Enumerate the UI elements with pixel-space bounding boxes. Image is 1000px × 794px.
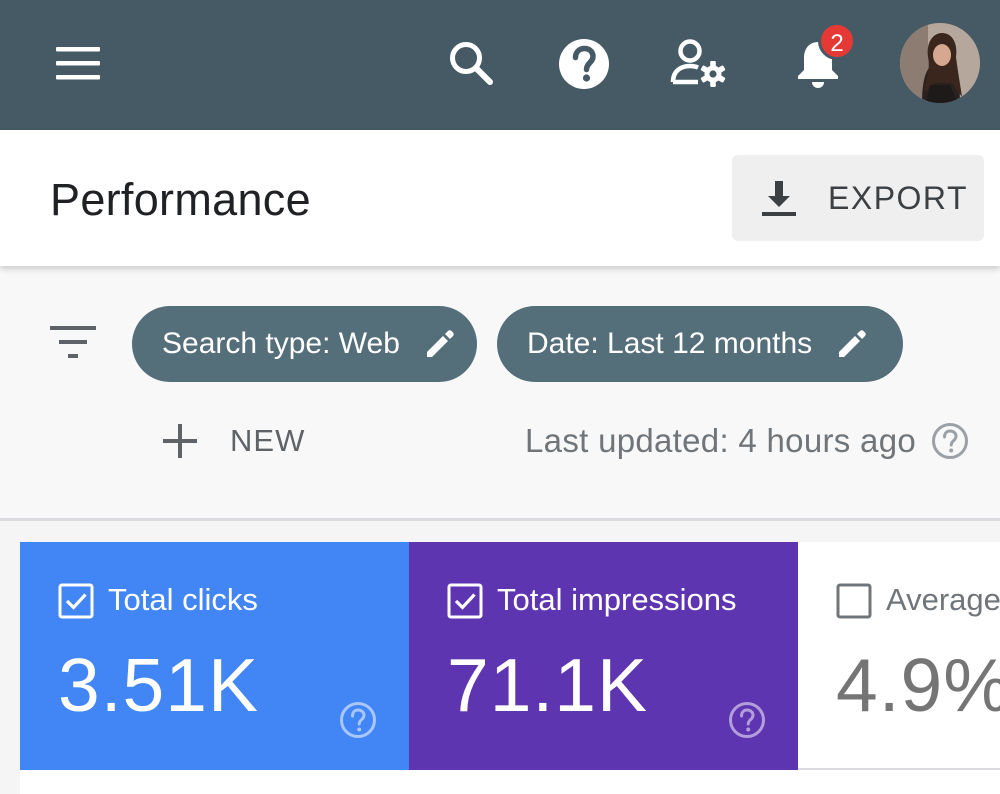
menu-icon[interactable] xyxy=(50,38,106,88)
help-icon[interactable] xyxy=(556,36,612,92)
page-header: Performance EXPORT xyxy=(0,130,1000,266)
search-type-chip[interactable]: Search type: Web xyxy=(132,306,477,382)
help-outline-icon[interactable] xyxy=(727,700,767,740)
metric-value: 71.1K xyxy=(447,643,648,727)
download-icon xyxy=(762,181,796,216)
metric-cards: Total clicks 3.51K Total impressions 71.… xyxy=(20,542,1000,794)
metric-label: Total clicks xyxy=(108,582,258,617)
avatar-photo xyxy=(900,23,980,103)
search-icon[interactable] xyxy=(442,34,500,92)
metric-value: 3.51K xyxy=(58,643,259,727)
checkbox-checked-icon[interactable] xyxy=(58,583,94,619)
total-impressions-card[interactable]: Total impressions 71.1K xyxy=(409,542,798,770)
filter-bar: Search type: Web Date: Last 12 months NE… xyxy=(0,266,1000,518)
section-divider xyxy=(0,518,1000,521)
help-outline-icon[interactable] xyxy=(338,700,378,740)
date-range-chip-label: Date: Last 12 months xyxy=(527,327,813,360)
edit-icon xyxy=(839,330,866,357)
checkbox-checked-icon[interactable] xyxy=(447,583,483,619)
last-updated-text: Last updated: 4 hours ago xyxy=(525,422,916,459)
user-settings-icon[interactable] xyxy=(668,36,730,92)
avatar[interactable] xyxy=(900,23,980,103)
metric-label: Average CTR xyxy=(886,582,1000,617)
date-range-chip[interactable]: Date: Last 12 months xyxy=(497,306,903,382)
notification-badge: 2 xyxy=(818,22,856,60)
edit-icon xyxy=(426,330,454,357)
plus-icon xyxy=(163,424,197,458)
add-filter-button[interactable]: NEW xyxy=(160,416,305,466)
help-outline-icon[interactable] xyxy=(930,421,970,461)
chart-area-top xyxy=(20,770,1000,794)
top-app-bar: 2 xyxy=(0,0,1000,130)
metric-label: Total impressions xyxy=(497,582,737,617)
checkbox-unchecked-icon[interactable] xyxy=(836,583,872,619)
metric-value: 4.9% xyxy=(836,643,1000,727)
page-title: Performance xyxy=(50,174,311,225)
search-type-chip-label: Search type: Web xyxy=(162,327,400,360)
filter-icon[interactable] xyxy=(46,320,100,364)
last-updated: Last updated: 4 hours ago xyxy=(525,416,970,466)
export-button[interactable]: EXPORT xyxy=(732,155,984,241)
total-clicks-card[interactable]: Total clicks 3.51K xyxy=(20,542,409,770)
average-ctr-card[interactable]: Average CTR 4.9% xyxy=(798,542,1000,770)
add-filter-label: NEW xyxy=(230,423,306,458)
export-label: EXPORT xyxy=(828,179,968,216)
